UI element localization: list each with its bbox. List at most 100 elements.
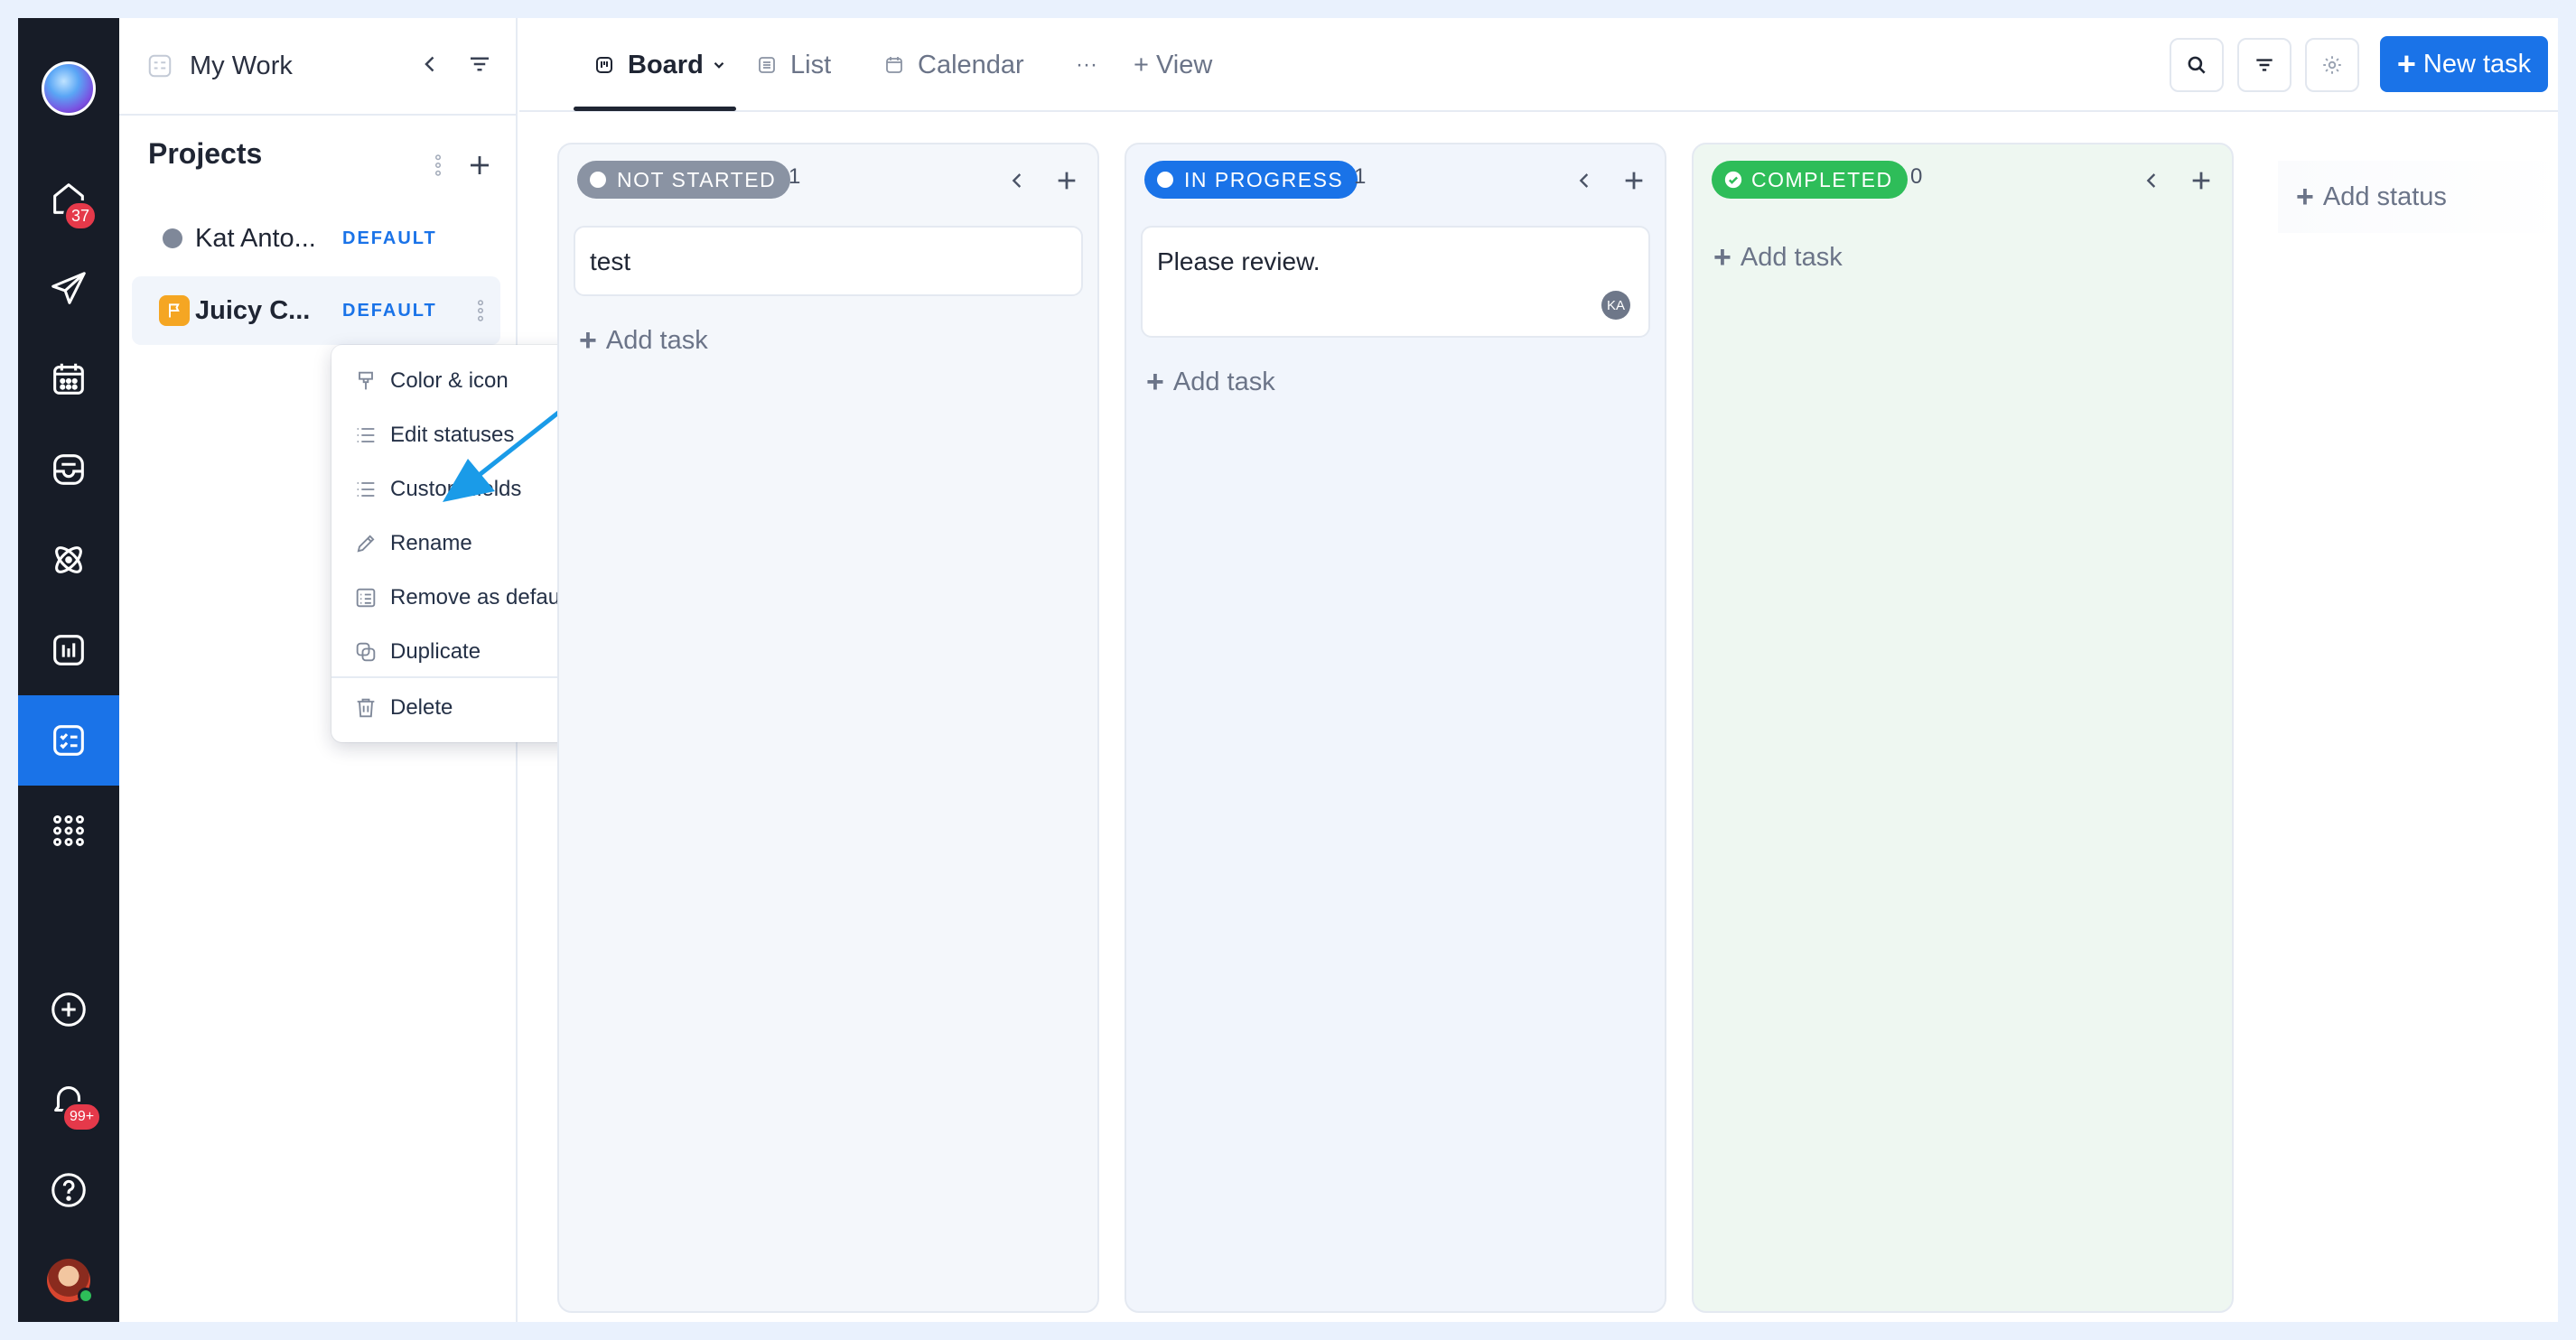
logo-icon (42, 61, 96, 116)
collapse-column-icon[interactable] (2140, 168, 2165, 193)
add-project-icon[interactable] (466, 152, 493, 179)
project-name: Kat Anto... (195, 223, 316, 253)
add-task-button[interactable]: + Add task (1146, 365, 1275, 400)
check-circle-icon (1724, 171, 1742, 189)
status-pill[interactable]: IN PROGRESS (1144, 161, 1358, 199)
projects-more-icon[interactable] (426, 152, 450, 179)
collapse-column-icon[interactable] (1573, 168, 1598, 193)
status-pill[interactable]: NOT STARTED (577, 161, 791, 199)
pencil-icon (357, 535, 375, 553)
collapse-sidebar-icon[interactable] (417, 51, 444, 78)
active-tab-indicator (574, 107, 736, 111)
plus-icon: + (2396, 45, 2416, 82)
project-flag-icon (159, 295, 190, 326)
send-icon (51, 272, 86, 304)
collapse-column-icon[interactable] (1005, 168, 1031, 193)
status-count: 0 (1910, 164, 1923, 189)
default-tag: DEFAULT (342, 228, 437, 248)
tab-board[interactable]: Board (593, 45, 727, 85)
board-icon (596, 57, 612, 73)
rail-help[interactable] (18, 1145, 119, 1235)
tab-calendar[interactable]: Calendar (883, 45, 1024, 85)
calendar-icon (886, 57, 902, 73)
add-view-label: + View (1134, 50, 1213, 79)
status-dot-icon (1157, 172, 1173, 188)
icon-rail: 37 99+ (18, 18, 119, 1322)
more-label: ··· (1076, 52, 1097, 77)
plus-icon: + (2296, 179, 2314, 214)
paint-brush-icon (359, 371, 373, 390)
rail-send[interactable] (18, 244, 119, 334)
app-logo[interactable] (18, 43, 119, 134)
add-task-icon[interactable] (2189, 168, 2214, 193)
user-avatar (47, 1259, 94, 1304)
task-card[interactable]: Please review. KA (1141, 226, 1650, 338)
tab-label: Board (628, 50, 704, 79)
filter-icon[interactable] (466, 51, 493, 78)
menu-item-label: Duplicate (390, 639, 481, 664)
filter-icon (2256, 59, 2273, 71)
rail-integrations[interactable] (18, 515, 119, 605)
checklist-icon (356, 588, 376, 608)
search-icon (2188, 56, 2206, 74)
add-task-button[interactable]: + Add task (1713, 240, 1843, 275)
status-label: NOT STARTED (617, 167, 777, 191)
add-task-icon[interactable] (1621, 168, 1647, 193)
menu-item-label: Remove as default (390, 585, 572, 610)
list-icon (357, 428, 375, 442)
rail-reports[interactable] (18, 605, 119, 695)
plus-icon: + (1713, 240, 1731, 275)
add-status-button[interactable]: + Add status (2278, 161, 2558, 233)
default-tag: DEFAULT (342, 300, 437, 321)
status-label: COMPLETED (1751, 167, 1893, 191)
tab-label: Calendar (918, 50, 1024, 79)
add-task-label: Add task (1740, 243, 1843, 272)
view-toolbar: Board List Calendar ··· + View + New tas… (519, 18, 2558, 112)
help-icon (51, 1173, 86, 1207)
status-pill[interactable]: COMPLETED (1712, 161, 1908, 199)
column-completed: COMPLETED 0 + Add task (1692, 143, 2234, 1313)
status-count: 1 (1354, 164, 1367, 189)
rail-apps[interactable] (18, 786, 119, 876)
rail-home[interactable]: 37 (18, 154, 119, 244)
status-count: 1 (789, 164, 801, 189)
rail-profile[interactable] (18, 1235, 119, 1322)
rail-create[interactable] (18, 964, 119, 1055)
task-title: test (590, 247, 631, 275)
home-badge: 37 (63, 200, 98, 231)
project-more-icon[interactable] (470, 297, 491, 324)
duplicate-icon (356, 642, 376, 662)
plus-icon: + (579, 323, 597, 358)
filter-button[interactable] (2237, 38, 2291, 92)
tab-label: List (790, 50, 832, 79)
my-work-icon (148, 54, 172, 78)
task-card[interactable]: test (574, 226, 1083, 296)
inbox-icon (53, 454, 84, 485)
plus-circle-icon (51, 992, 86, 1027)
sidebar-header: My Work (119, 18, 516, 116)
assignee-avatar[interactable]: KA (1601, 291, 1630, 320)
rail-tasks[interactable] (18, 695, 119, 786)
column-in-progress: IN PROGRESS 1 Please review. KA + Add ta… (1125, 143, 1666, 1313)
add-task-label: Add task (1172, 368, 1275, 396)
add-task-icon[interactable] (1054, 168, 1079, 193)
search-button[interactable] (2170, 38, 2224, 92)
gear-icon (2323, 56, 2341, 74)
rail-inbox[interactable] (18, 424, 119, 515)
project-item-kat[interactable]: Kat Anto... DEFAULT (132, 204, 500, 273)
add-view-button[interactable]: + View (1134, 45, 1212, 85)
online-status-dot (78, 1288, 94, 1304)
status-dot-icon (590, 172, 606, 188)
menu-item-label: Rename (390, 531, 472, 555)
new-task-button[interactable]: + New task (2380, 36, 2548, 92)
add-task-button[interactable]: + Add task (579, 323, 708, 358)
chart-icon (53, 635, 84, 665)
tab-list[interactable]: List (756, 45, 831, 85)
settings-button[interactable] (2305, 38, 2359, 92)
rail-notifications[interactable]: 99+ (18, 1055, 119, 1145)
chevron-down-icon (714, 61, 724, 69)
add-task-label: Add task (605, 326, 708, 355)
rail-calendar[interactable] (18, 334, 119, 424)
more-views-button[interactable]: ··· (1076, 45, 1097, 85)
project-item-juicy[interactable]: Juicy C... DEFAULT (132, 276, 500, 345)
